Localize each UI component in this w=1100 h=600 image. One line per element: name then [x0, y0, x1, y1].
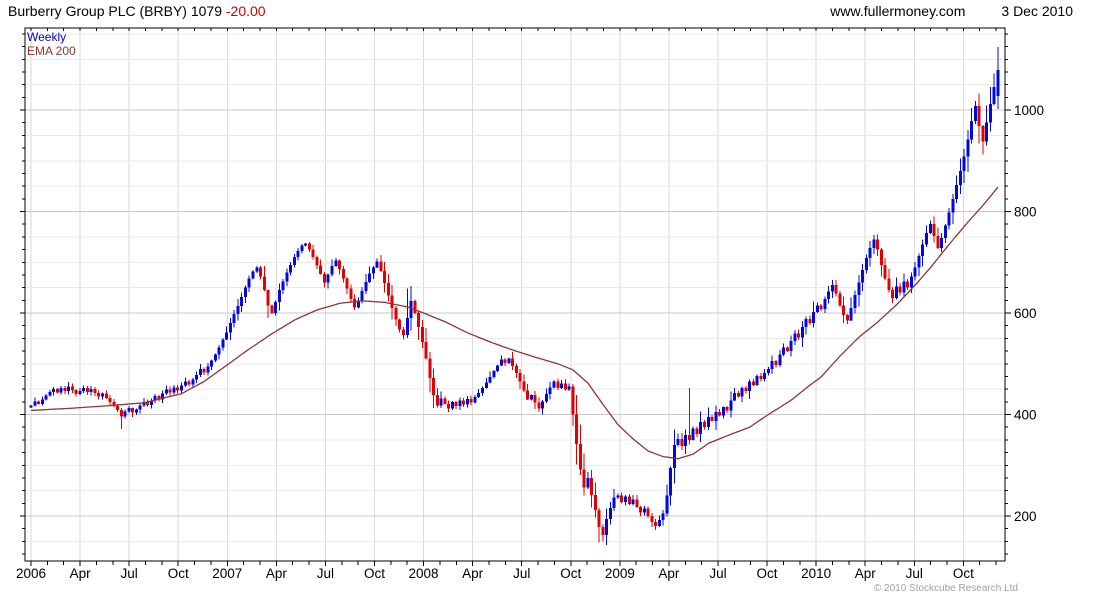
x-axis-label: Jul: [317, 566, 334, 581]
price-chart-canvas: 200 400 600 800 1000 2006 Apr Jul Oct 2007 Apr Jul O…: [16, 27, 1044, 581]
chart-page: Burberry Group PLC (BRBY) 1079 -20.00 ww…: [0, 0, 1100, 600]
x-axis-label: 2010: [801, 566, 831, 581]
x-axis-label: Apr: [70, 566, 92, 581]
y-axis-label: 800: [1014, 205, 1037, 220]
legend-ema200: EMA 200: [27, 44, 76, 58]
copyright-notice: © 2010 Stockcube Research Ltd: [873, 583, 1018, 594]
x-axis-label: Jul: [513, 566, 530, 581]
x-axis-label: Oct: [168, 566, 189, 581]
x-axis-label: Jul: [121, 566, 138, 581]
y-axis-label: 400: [1014, 408, 1037, 423]
y-axis-label: 200: [1014, 509, 1037, 524]
x-axis-label: 2006: [16, 566, 46, 581]
x-axis-label: Oct: [757, 566, 778, 581]
x-axis-label: Apr: [266, 566, 288, 581]
legend-weekly: Weekly: [27, 30, 67, 44]
x-axis-label: Apr: [658, 566, 680, 581]
x-axis-label: Oct: [953, 566, 974, 581]
y-axis-label: 600: [1014, 306, 1037, 321]
x-axis-label: Jul: [709, 566, 726, 581]
x-axis-label: 2007: [212, 566, 242, 581]
x-axis-label: Oct: [364, 566, 385, 581]
x-axis-label: Apr: [462, 566, 484, 581]
chart-legend: Weekly EMA 200: [27, 30, 76, 58]
x-axis-label: Jul: [906, 566, 923, 581]
y-axis-label: 1000: [1014, 103, 1044, 118]
x-axis-label: Oct: [560, 566, 581, 581]
x-axis-label: 2009: [605, 566, 635, 581]
x-axis-label: 2008: [409, 566, 439, 581]
x-axis-label: Apr: [855, 566, 877, 581]
